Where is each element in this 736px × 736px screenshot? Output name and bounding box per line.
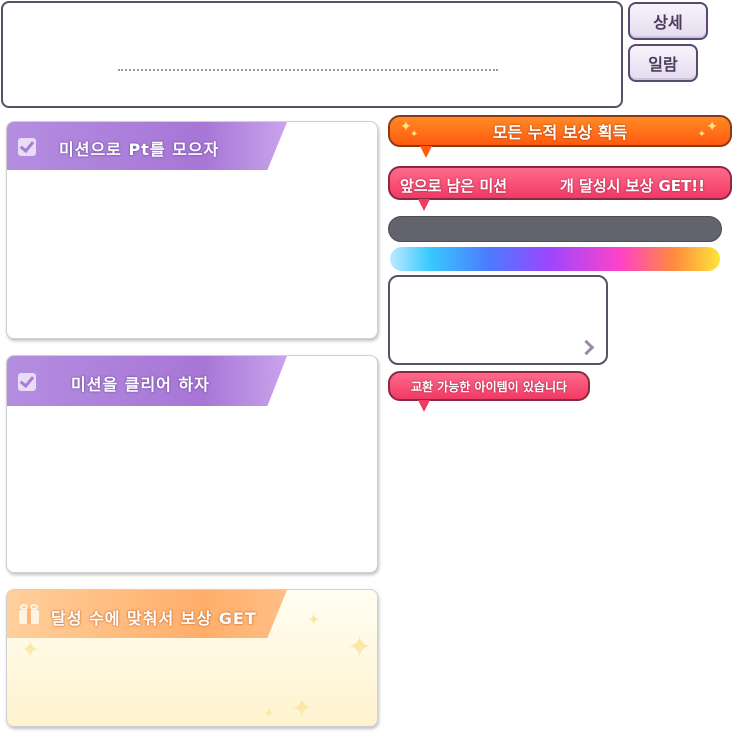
exchange-item-box[interactable]	[388, 275, 608, 365]
sparkle-icon: ✦	[410, 129, 419, 140]
detail-button-label: 상세	[653, 13, 683, 32]
total-reward-label: 모든 누적 보상 획득	[492, 123, 628, 142]
list-button[interactable]: 일람	[628, 44, 698, 82]
panel-header: 달성 수에 맞춰서 보상 GET	[7, 590, 287, 638]
remaining-missions-banner: 앞으로 남은 미션 개 달성시 보상 GET!!	[388, 166, 732, 200]
sparkle-icon: ✦	[291, 694, 313, 724]
list-button-label: 일람	[648, 55, 678, 74]
checkbox-icon	[18, 373, 36, 391]
progress-gauge	[388, 216, 722, 242]
panel-header: 미션으로 Pt를 모으자	[7, 122, 287, 170]
speech-tail	[418, 400, 430, 412]
mission-panel-collect-pt: 미션으로 Pt를 모으자	[6, 121, 378, 339]
panel-title: 미션을 클리어 하자	[71, 375, 210, 394]
chevron-right-icon	[578, 339, 595, 356]
checkbox-icon	[18, 138, 36, 156]
exchange-available-label: 교환 가능한 아이템이 있습니다	[410, 379, 568, 394]
total-reward-banner[interactable]: ✦ ✦ ✦ ✦ 모든 누적 보상 획득	[388, 115, 732, 147]
sparkle-icon: ✦	[706, 119, 718, 135]
gift-icon	[17, 604, 41, 624]
speech-tail	[420, 146, 432, 158]
mission-description-box	[1, 1, 623, 108]
sparkle-icon: ✦	[307, 610, 321, 629]
sparkle-icon: ✦	[21, 638, 40, 663]
panel-header: 미션을 클리어 하자	[7, 356, 287, 406]
sparkle-icon: ✦	[263, 706, 275, 722]
mission-panel-clear: 미션을 클리어 하자	[6, 355, 378, 573]
remaining-label-right: 개 달성시 보상 GET!!	[560, 177, 705, 195]
speech-tail	[418, 199, 430, 211]
exchange-available-banner: 교환 가능한 아이템이 있습니다	[388, 371, 590, 401]
remaining-label-left: 앞으로 남은 미션	[400, 177, 508, 195]
sparkle-icon: ✦	[697, 129, 706, 140]
panel-title: 미션으로 Pt를 모으자	[59, 140, 220, 159]
reward-panel: ✦ ✦ ✦ ✦ ✦ 달성 수에 맞춰서 보상 GET	[6, 589, 378, 727]
description-dotted-line	[118, 69, 498, 71]
sparkle-icon: ✦	[347, 630, 373, 665]
detail-button[interactable]: 상세	[628, 2, 708, 40]
rainbow-gauge	[390, 247, 720, 271]
panel-title: 달성 수에 맞춰서 보상 GET	[51, 609, 257, 628]
